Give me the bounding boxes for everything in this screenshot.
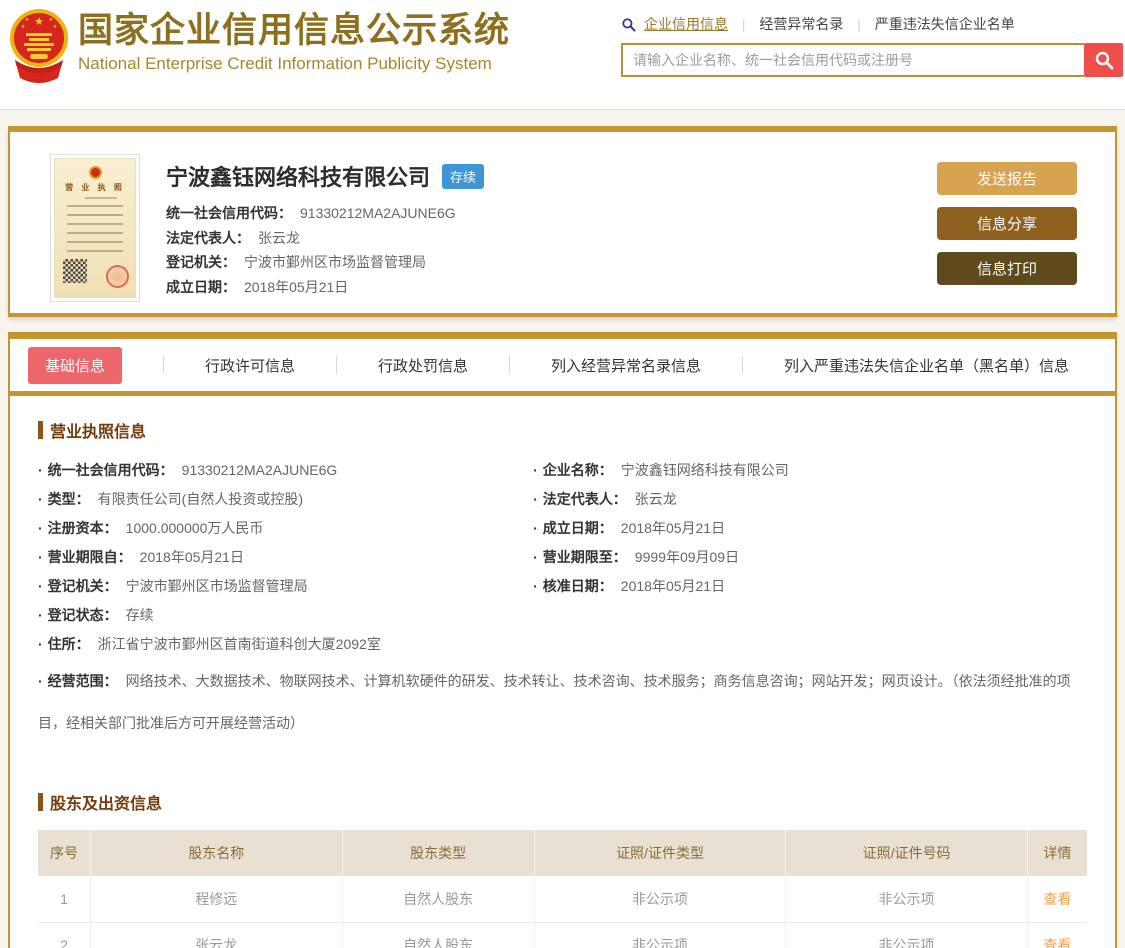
info-field: 登记机关：宁波市鄞州区市场监督管理局	[38, 572, 533, 601]
column-header: 详情	[1027, 830, 1087, 876]
info-field: 核准日期：2018年05月21日	[533, 572, 1087, 601]
info-field: 成立日期：2018年05月21日	[533, 514, 1087, 543]
svg-text:★: ★	[25, 17, 30, 23]
view-details-link[interactable]: 查看	[1043, 937, 1071, 948]
company-summary-card: 营 业 执 照 宁波鑫钰网络科技有限公司 存续 统一社会信用代码： 9133021…	[8, 126, 1117, 317]
column-header: 证照/证件类型	[534, 830, 786, 876]
table-row: 1 程修远 自然人股东 非公示项 非公示项 查看	[38, 876, 1087, 922]
info-field: 营业期限至：9999年09月09日	[533, 543, 1087, 572]
info-field-address: 住所：浙江省宁波市鄞州区首南街道科创大厦2092室	[38, 630, 1087, 659]
table-row: 2 张云龙 自然人股东 非公示项 非公示项 查看	[38, 922, 1087, 948]
divider	[163, 356, 164, 374]
summary-field: 法定代表人： 张云龙	[166, 226, 937, 251]
info-field-business-scope: 经营范围：网络技术、大数据技术、物联网技术、计算机软硬件的研发、技术转让、技术咨…	[38, 660, 1087, 744]
tab-bar: 基础信息 行政许可信息 行政处罚信息 列入经营异常名录信息 列入严重违法失信企业…	[10, 339, 1115, 391]
column-header: 序号	[38, 830, 90, 876]
national-emblem-logo: ★ ★ ★ ★ ★	[8, 8, 70, 82]
tab-administrative-licensing[interactable]: 行政许可信息	[205, 355, 295, 376]
license-info-fields: 统一社会信用代码：91330212MA2AJUNE6G 企业名称：宁波鑫钰网络科…	[38, 456, 1087, 630]
cell-shareholder-type: 自然人股东	[342, 922, 534, 948]
search-button[interactable]	[1084, 43, 1123, 77]
section-title-license-info: 营业执照信息	[38, 418, 1087, 442]
shareholders-table: 序号 股东名称 股东类型 证照/证件类型 证照/证件号码 详情 1 程修远 自然	[38, 830, 1087, 948]
cell-no: 1	[38, 876, 90, 922]
divider: |	[742, 17, 745, 32]
svg-text:★: ★	[49, 17, 54, 23]
field-value: 张云龙	[258, 230, 300, 246]
tab-administrative-penalty[interactable]: 行政处罚信息	[378, 355, 468, 376]
license-title: 营 业 执 照	[55, 182, 135, 193]
qr-code	[63, 259, 87, 283]
field-label: 法定代表人：	[166, 230, 250, 246]
info-field: 类型：有限责任公司(自然人投资或控股)	[38, 485, 533, 514]
nav-link-abnormal-operations[interactable]: 经营异常名录	[759, 14, 843, 34]
field-value: 宁波市鄞州区市场监督管理局	[244, 254, 426, 270]
field-label: 成立日期：	[166, 279, 236, 295]
emblem-icon	[89, 166, 102, 179]
summary-field: 统一社会信用代码： 91330212MA2AJUNE6G	[166, 201, 937, 226]
field-value: 91330212MA2AJUNE6G	[300, 205, 456, 221]
status-badge: 存续	[442, 164, 484, 189]
field-label: 统一社会信用代码：	[166, 205, 292, 221]
cell-shareholder-type: 自然人股东	[342, 876, 534, 922]
detail-card: 基础信息 行政许可信息 行政处罚信息 列入经营异常名录信息 列入严重违法失信企业…	[8, 332, 1117, 948]
cell-shareholder-name: 程修远	[90, 876, 342, 922]
info-field: 注册资本：1000.000000万人民币	[38, 514, 533, 543]
tab-abnormal-operations-list[interactable]: 列入经营异常名录信息	[551, 355, 701, 376]
share-info-button[interactable]: 信息分享	[937, 207, 1077, 240]
red-seal-icon	[106, 265, 129, 288]
app-header: ★ ★ ★ ★ ★ 国家企业信用信息公示系统 National Enterpri…	[0, 0, 1125, 110]
cell-no: 2	[38, 922, 90, 948]
info-field: 企业名称：宁波鑫钰网络科技有限公司	[533, 456, 1087, 485]
company-name: 宁波鑫钰网络科技有限公司	[166, 160, 430, 192]
business-license-image[interactable]: 营 业 执 照	[50, 154, 140, 302]
field-label: 登记机关：	[166, 254, 236, 270]
info-field: 法定代表人：张云龙	[533, 485, 1087, 514]
svg-text:★: ★	[21, 24, 26, 30]
summary-field: 登记机关： 宁波市鄞州区市场监督管理局	[166, 250, 937, 275]
search-input[interactable]	[621, 43, 1084, 77]
divider	[336, 356, 337, 374]
site-title: 国家企业信用信息公示系统	[78, 10, 510, 52]
tab-basic-info[interactable]: 基础信息	[28, 347, 122, 384]
tab-blacklist[interactable]: 列入严重违法失信企业名单（黑名单）信息	[784, 355, 1069, 376]
page-background: 营 业 执 照 宁波鑫钰网络科技有限公司 存续 统一社会信用代码：9133021…	[0, 110, 1125, 948]
svg-text:★: ★	[53, 24, 58, 30]
cell-doc-type: 非公示项	[534, 922, 786, 948]
info-field: 统一社会信用代码：91330212MA2AJUNE6G	[38, 456, 533, 485]
license-text-lines	[67, 205, 123, 255]
view-details-link[interactable]: 查看	[1043, 891, 1071, 907]
summary-field: 成立日期： 2018年05月21日	[166, 275, 937, 300]
top-nav: 企业信用信息 | 经营异常名录 | 严重违法失信企业名单	[621, 12, 1123, 36]
search-icon	[1094, 50, 1114, 70]
column-header: 股东类型	[342, 830, 534, 876]
info-field: 登记状态：存续	[38, 601, 533, 630]
section-bar	[38, 421, 43, 439]
svg-text:★: ★	[34, 16, 44, 28]
divider	[509, 356, 510, 374]
send-report-button[interactable]: 发送报告	[937, 162, 1077, 195]
print-info-button[interactable]: 信息打印	[937, 252, 1077, 285]
license-text-line	[85, 197, 117, 199]
nav-link-serious-violations[interactable]: 严重违法失信企业名单	[875, 14, 1015, 34]
section-title-shareholders: 股东及出资信息	[38, 790, 1087, 814]
nav-link-enterprise-credit[interactable]: 企业信用信息	[644, 14, 728, 34]
divider	[742, 356, 743, 374]
divider	[10, 391, 1115, 396]
divider: |	[857, 17, 860, 32]
column-header: 证照/证件号码	[786, 830, 1027, 876]
cell-doc-no: 非公示项	[786, 876, 1027, 922]
site-subtitle: National Enterprise Credit Information P…	[78, 54, 510, 74]
cell-doc-type: 非公示项	[534, 876, 786, 922]
section-bar	[38, 793, 43, 811]
cell-doc-no: 非公示项	[786, 922, 1027, 948]
field-value: 2018年05月21日	[244, 279, 348, 295]
cell-shareholder-name: 张云龙	[90, 922, 342, 948]
info-field: 营业期限自：2018年05月21日	[38, 543, 533, 572]
table-header-row: 序号 股东名称 股东类型 证照/证件类型 证照/证件号码 详情	[38, 830, 1087, 876]
column-header: 股东名称	[90, 830, 342, 876]
search-icon	[621, 17, 636, 32]
